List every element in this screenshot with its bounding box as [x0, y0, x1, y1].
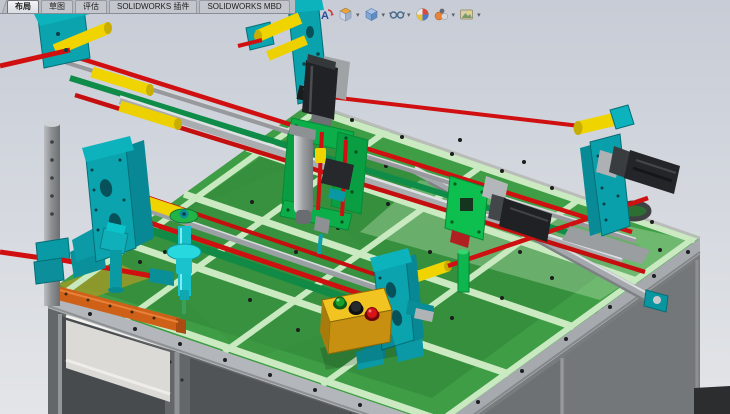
- tab-solidworks-addins[interactable]: SOLIDWORKS 插件: [109, 0, 197, 13]
- view-settings-dropdown[interactable]: ▾: [477, 11, 481, 19]
- tab-solidworks-mbd[interactable]: SOLIDWORKS MBD: [199, 0, 289, 13]
- view-orientation-icon[interactable]: [337, 6, 354, 23]
- edit-appearance-icon[interactable]: [414, 6, 431, 23]
- tab-layout[interactable]: 布局: [7, 0, 39, 13]
- dynamic-annotation-views-icon[interactable]: A: [318, 6, 335, 23]
- view-orientation-dropdown[interactable]: ▾: [356, 11, 360, 19]
- hide-show-items-icon[interactable]: [388, 6, 405, 23]
- graphics-viewport[interactable]: [0, 0, 730, 414]
- apply-scene-dropdown[interactable]: ▾: [452, 11, 456, 19]
- command-manager-tab-bar: 布局 草图 评估 SOLIDWORKS 插件 SOLIDWORKS MBD: [0, 0, 295, 14]
- heads-up-view-toolbar: A ▾ ▾: [318, 6, 482, 23]
- display-style-icon[interactable]: [363, 6, 380, 23]
- view-settings-icon[interactable]: [458, 6, 475, 23]
- hide-show-items-dropdown[interactable]: ▾: [407, 11, 411, 19]
- tab-sketch[interactable]: 草图: [41, 0, 73, 13]
- svg-text:A: A: [321, 10, 329, 22]
- solidworks-window: 布局 草图 评估 SOLIDWORKS 插件 SOLIDWORKS MBD A …: [0, 0, 730, 414]
- control-pendant: [320, 288, 398, 370]
- display-style-dropdown[interactable]: ▾: [382, 11, 386, 19]
- tab-evaluate[interactable]: 评估: [75, 0, 107, 13]
- green-post: [458, 250, 470, 293]
- apply-scene-icon[interactable]: [433, 6, 450, 23]
